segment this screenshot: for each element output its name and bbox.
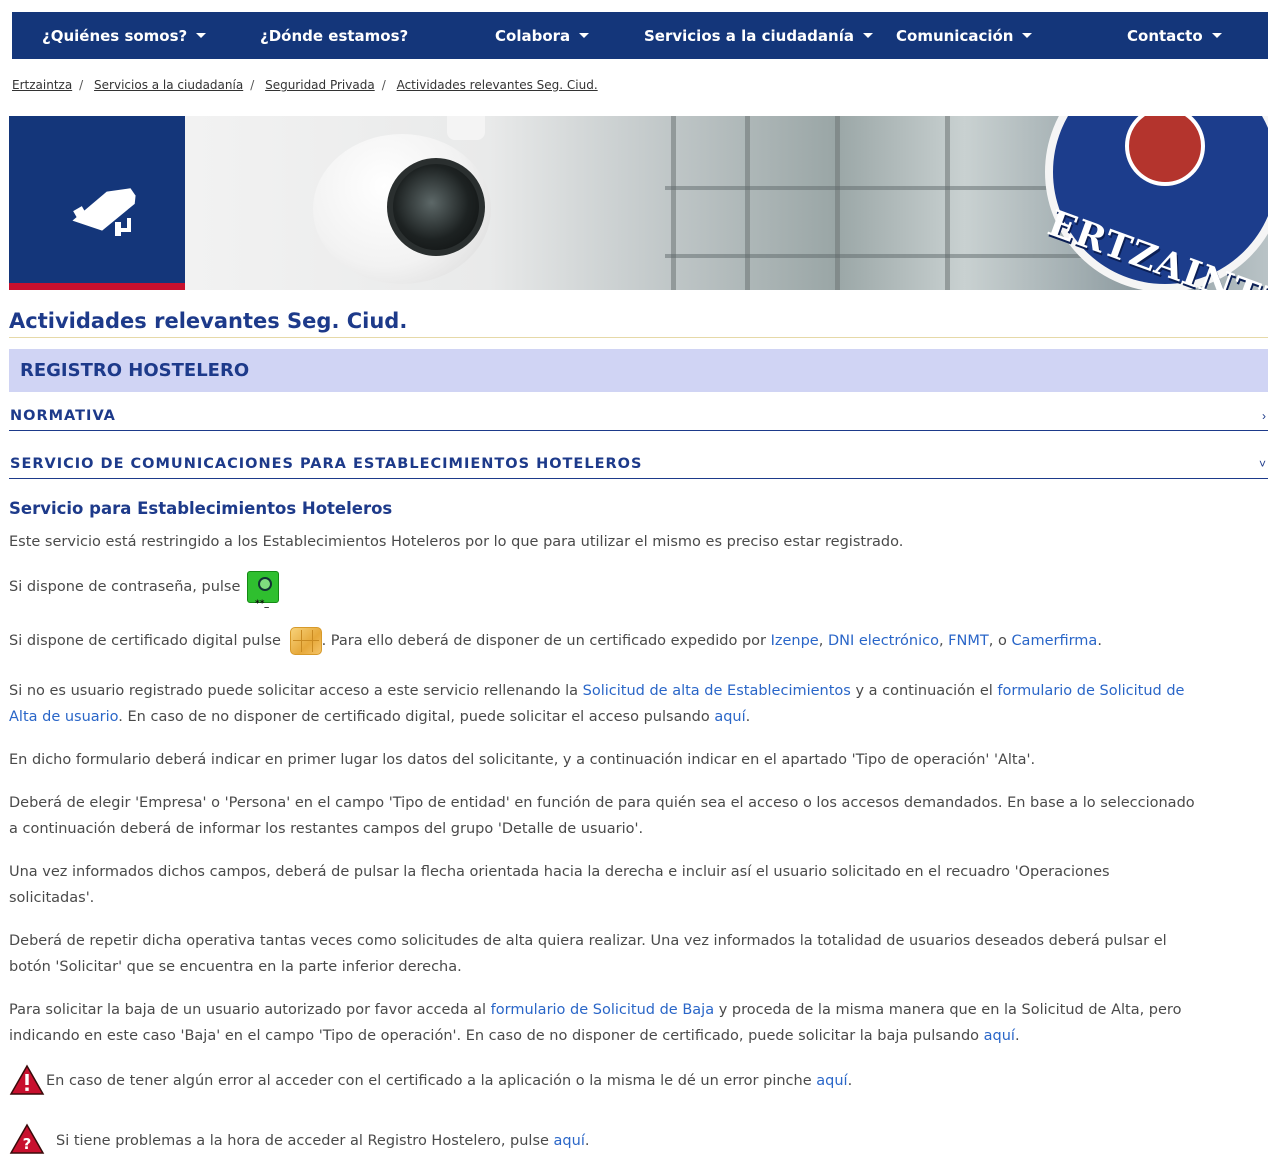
text: Una vez informados dichos campos, deberá… [9,864,1110,880]
nav-item-quienes-somos[interactable]: ¿Quiénes somos? [42,12,207,59]
section-title: REGISTRO HOSTELERO [20,360,250,381]
accordion-normativa[interactable]: NORMATIVA › [9,405,1268,431]
text: En dicho formulario deberá indicar en pr… [9,752,1036,768]
window-frame [835,116,840,290]
section-header: REGISTRO HOSTELERO [9,349,1268,392]
cancellation-paragraph: Para solicitar la baja de un usuario aut… [9,1002,1182,1044]
breadcrumb-link-actividades[interactable]: Actividades relevantes Seg. Ciud. [397,78,598,92]
text: indicando en este caso 'Baja' en el camp… [9,1028,980,1044]
password-login-icon[interactable] [247,571,280,620]
page-banner: ERTZAINTZA [9,116,1268,290]
text: Si dispone de contraseña, pulse [9,579,241,595]
breadcrumb: Ertzaintza / Servicios a la ciudadanía / S… [12,78,598,92]
window-frame [945,116,950,290]
text: y proceda de la misma manera que en la S… [718,1002,1182,1018]
accordion-servicio-comunicaciones[interactable]: SERVICIO DE COMUNICACIONES PARA ESTABLEC… [9,453,1268,479]
text: En caso de tener algún error al acceder … [46,1073,812,1089]
nav-item-donde-estamos[interactable]: ¿Dónde estamos? [260,12,408,59]
window-frame [671,116,676,290]
nav-item-colabora[interactable]: Colabora [495,12,590,59]
arrow-paragraph: Una vez informados dichos campos, deberá… [9,859,1267,911]
nav-label: ¿Dónde estamos? [260,26,409,45]
breadcrumb-separator: / [79,78,84,92]
text: Para solicitar la baja de un usuario aut… [9,1002,487,1018]
breadcrumb-link-seguridad-privada[interactable]: Seguridad Privada [265,78,375,92]
accordion-label: SERVICIO DE COMUNICACIONES PARA ESTABLEC… [10,456,643,472]
camera-mount [447,116,485,140]
window-frame [745,116,750,290]
text: Deberá de repetir dicha operativa tantas… [9,933,1167,949]
nav-label: ¿Quiénes somos? [42,26,188,45]
nav-label: Servicios a la ciudadanía [644,26,854,45]
banner-accent-bar [9,283,185,290]
help-warning-icon: ? [9,1123,45,1154]
text: Si dispone de certificado digital pulse [9,633,281,649]
text: solicitadas'. [9,890,95,906]
camera-lens [387,158,485,256]
nav-label: Colabora [495,26,571,45]
text: botón 'Solicitar' que se encuentra en la… [9,959,462,975]
registration-paragraph: Si no es usuario registrado puede solici… [9,683,1185,725]
password-line: Si dispone de contraseña, pulse [9,571,1267,620]
chevron-down-icon [1211,33,1222,38]
accordion-label: NORMATIVA [10,408,116,424]
text: y a continuación el [855,683,993,699]
nav-label: Contacto [1127,26,1203,45]
intro-text: Este servicio está restringido a los Est… [9,529,1267,555]
error-help-line: En caso de tener algún error al acceder … [46,1073,853,1089]
certificate-line: Si dispone de certificado digital pulse … [9,626,1267,656]
svg-text:?: ? [23,1135,32,1153]
nav-item-servicios[interactable]: Servicios a la ciudadanía [644,12,873,59]
link-izenpe[interactable]: Izenpe [771,633,819,649]
text: Si no es usuario registrado puede solici… [9,683,579,699]
breadcrumb-separator: / [381,78,386,92]
chevron-right-icon: › [1262,409,1266,423]
text: Deberá de elegir 'Empresa' o 'Persona' e… [9,795,1195,811]
text: Este servicio está restringido a los Est… [9,534,904,550]
smart-card-chip-icon[interactable] [289,627,322,655]
link-aqui-error[interactable]: aquí [816,1073,847,1089]
entity-type-paragraph: Deberá de elegir 'Empresa' o 'Persona' e… [9,790,1267,842]
link-aqui-problemas[interactable]: aquí [554,1133,585,1149]
breadcrumb-separator: / [250,78,255,92]
chevron-down-icon [863,33,873,38]
nav-label: Comunicación [896,26,1014,45]
link-formulario-alta-usuario[interactable]: formulario de Solicitud de [997,683,1184,699]
security-camera-icon [72,188,136,236]
link-aqui-acceso[interactable]: aquí [714,709,745,725]
nav-item-contacto[interactable]: Contacto [1127,12,1222,59]
form-instruction: En dicho formulario deberá indicar en pr… [9,747,1267,773]
link-dni-electronico[interactable]: DNI electrónico [828,633,939,649]
link-formulario-baja[interactable]: formulario de Solicitud de Baja [491,1002,714,1018]
problem-help-line: Si tiene problemas a la hora de acceder … [56,1133,590,1149]
content-subtitle: Servicio para Establecimientos Hoteleros [9,499,393,518]
text: . En caso de no disponer de certificado … [118,709,710,725]
link-camerfirma[interactable]: Camerfirma [1011,633,1097,649]
link-solicitud-alta-establecimientos[interactable]: Solicitud de alta de Establecimientos [583,683,851,699]
text: . Para ello deberá de disponer de un cer… [321,633,766,649]
link-fnmt[interactable]: FNMT [948,633,989,649]
chevron-down-icon [196,33,207,38]
breadcrumb-link-ertzaintza[interactable]: Ertzaintza [12,78,72,92]
text: a continuación deberá de informar los re… [9,821,644,837]
link-aqui-baja[interactable]: aquí [984,1028,1015,1044]
text: Si tiene problemas a la hora de acceder … [56,1133,549,1149]
chevron-down-icon: ˅ [1258,457,1266,471]
chevron-down-icon [579,33,590,38]
top-navigation: ¿Quiénes somos? ¿Dónde estamos? Colabora… [12,12,1268,59]
banner-icon-panel [9,116,185,290]
nav-item-comunicacion[interactable]: Comunicación [896,12,1033,59]
page-title: Actividades relevantes Seg. Ciud. [9,309,408,333]
divider [9,337,1268,338]
link-formulario-alta-usuario-cont[interactable]: Alta de usuario [9,709,118,725]
chevron-down-icon [1022,33,1033,38]
breadcrumb-link-servicios[interactable]: Servicios a la ciudadanía [94,78,243,92]
warning-icon [9,1064,45,1095]
text: , o [988,633,1007,649]
repeat-paragraph: Deberá de repetir dicha operativa tantas… [9,928,1267,980]
